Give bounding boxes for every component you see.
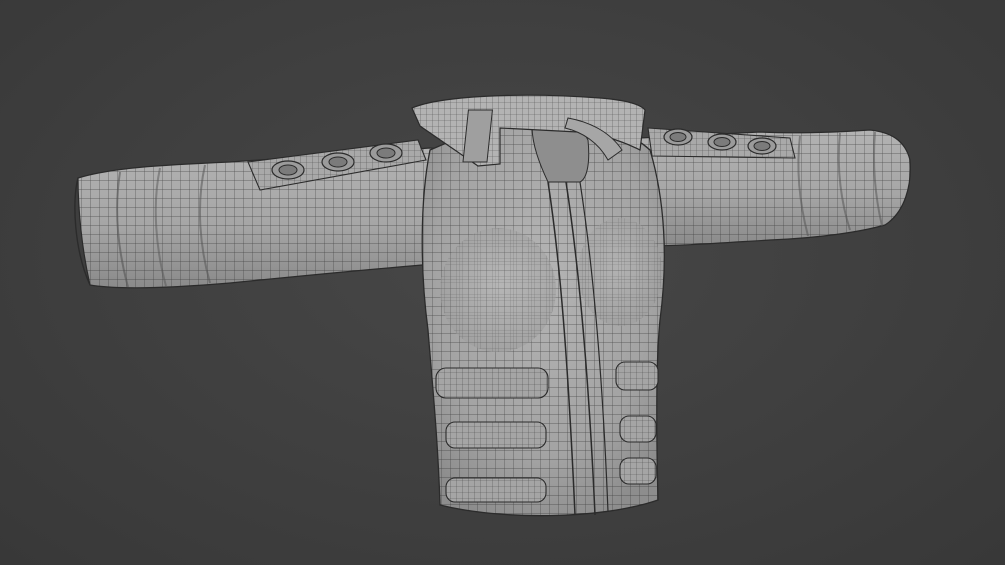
grommet-icon [271,160,305,180]
jacket-model [74,94,911,517]
left-waist-straps [435,367,549,503]
grommet-icon [369,143,403,163]
right-waist-straps [615,361,659,485]
grommet-icon [707,133,737,151]
grommet-icon [747,137,777,155]
grommet-icon [663,128,693,146]
jacket-torso [421,117,665,517]
grommet-icon [321,152,355,172]
3d-viewport[interactable] [0,0,1005,565]
